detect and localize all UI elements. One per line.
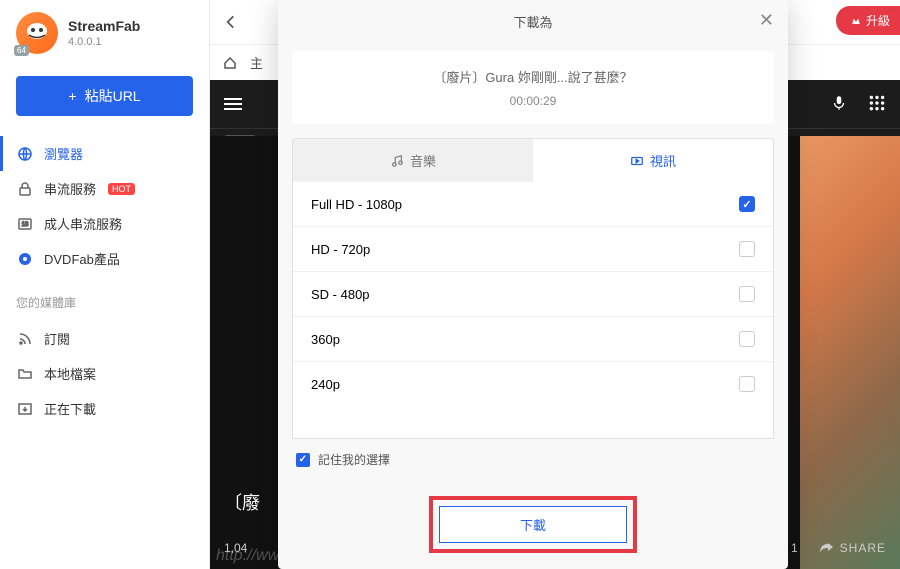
nav-label: DVDFab產品 [44,249,120,268]
quality-label: Full HD - 1080p [311,197,402,212]
upgrade-button[interactable]: 升級 [836,6,900,35]
nav-downloading[interactable]: 正在下載 [0,391,209,426]
nav-main: 瀏覽器 串流服務 HOT 18 成人串流服務 DVDFab產品 [0,132,209,280]
quality-label: SD - 480p [311,287,370,302]
dvdfab-icon [16,250,34,268]
nav-label: 瀏覽器 [44,144,83,163]
plus-icon: + [68,88,76,104]
svg-text:18: 18 [22,222,29,228]
home-icon[interactable] [222,55,238,71]
app-version: 4.0.0.1 [68,36,140,48]
close-icon[interactable]: ✕ [759,10,774,31]
nav-subscribe[interactable]: 訂閱 [0,321,209,356]
tab-video[interactable]: 視訊 [533,139,773,182]
quality-checkbox[interactable] [739,376,755,392]
lock-icon [16,180,34,198]
modal-header: 下載為 ✕ [278,0,788,43]
nav-label: 正在下載 [44,399,96,418]
nav-label: 訂閱 [44,329,70,348]
remember-choice-row[interactable]: 記住我的選擇 [278,439,788,480]
modal-tabs: 音樂 視訊 [292,138,774,182]
app-header: StreamFab 4.0.0.1 [0,12,209,70]
tab-label: 音樂 [410,151,436,170]
quality-option[interactable]: 240p [293,362,773,406]
modal-duration: 00:00:29 [308,94,758,108]
hot-badge: HOT [108,183,135,195]
upgrade-label: 升級 [866,12,890,29]
back-icon[interactable] [222,13,240,31]
adult-icon: 18 [16,215,34,233]
quality-option[interactable]: 360p [293,317,773,362]
nav-label: 串流服務 [44,179,96,198]
share-label: SHARE [840,541,886,555]
quality-label: 360p [311,332,340,347]
modal-video-title: 〔廢片〕Gura 妳剛剛...說了甚麼？ [308,67,758,86]
quality-option[interactable]: HD - 720p [293,227,773,272]
nav-label: 成人串流服務 [44,214,122,233]
app-name: StreamFab [68,18,140,34]
quality-label: HD - 720p [311,242,370,257]
modal-title: 下載為 [513,15,552,30]
rss-icon [16,330,34,348]
video-title-partial: 〔廢 [224,489,260,515]
nav-browser[interactable]: 瀏覽器 [0,136,209,171]
paste-label: 粘貼URL [85,86,141,106]
share-button[interactable]: SHARE [818,540,886,556]
remember-checkbox[interactable] [296,453,310,467]
tab-label: 視訊 [650,151,676,170]
quality-option[interactable]: SD - 480p [293,272,773,317]
globe-icon [16,145,34,163]
download-modal: 下載為 ✕ 〔廢片〕Gura 妳剛剛...說了甚麼？ 00:00:29 音樂 視… [278,0,788,569]
nav-streaming[interactable]: 串流服務 HOT [0,171,209,206]
download-list-icon [16,400,34,418]
sidebar: StreamFab 4.0.0.1 + 粘貼URL 瀏覽器 串流服務 HOT 1… [0,0,210,569]
quality-option[interactable]: Full HD - 1080p [293,182,773,227]
quality-checkbox[interactable] [739,196,755,212]
remember-label: 記住我的選擇 [318,451,390,468]
tab-music[interactable]: 音樂 [293,139,533,182]
nav-dvdfab[interactable]: DVDFab產品 [0,241,209,276]
home-text: 主 [250,53,263,72]
video-thumbnail [800,136,900,569]
mic-icon[interactable] [830,94,848,115]
quality-checkbox[interactable] [739,331,755,347]
modal-footer: 下載 [278,480,788,569]
download-button[interactable]: 下載 [439,506,627,543]
download-button-highlight: 下載 [429,496,637,553]
nav-adult[interactable]: 18 成人串流服務 [0,206,209,241]
modal-video-info: 〔廢片〕Gura 妳剛剛...說了甚麼？ 00:00:29 [292,51,774,124]
quality-checkbox[interactable] [739,286,755,302]
library-section-label: 您的媒體庫 [0,280,209,317]
hamburger-icon[interactable] [224,98,242,110]
nav-library: 訂閱 本地檔案 正在下載 [0,317,209,430]
folder-icon [16,365,34,383]
quality-list: Full HD - 1080p HD - 720p SD - 480p 360p 240… [292,182,774,439]
quality-label: 240p [311,377,340,392]
app-logo [16,12,58,54]
paste-url-button[interactable]: + 粘貼URL [16,76,193,116]
apps-icon[interactable] [868,94,886,115]
nav-label: 本地檔案 [44,364,96,383]
nav-local[interactable]: 本地檔案 [0,356,209,391]
quality-checkbox[interactable] [739,241,755,257]
